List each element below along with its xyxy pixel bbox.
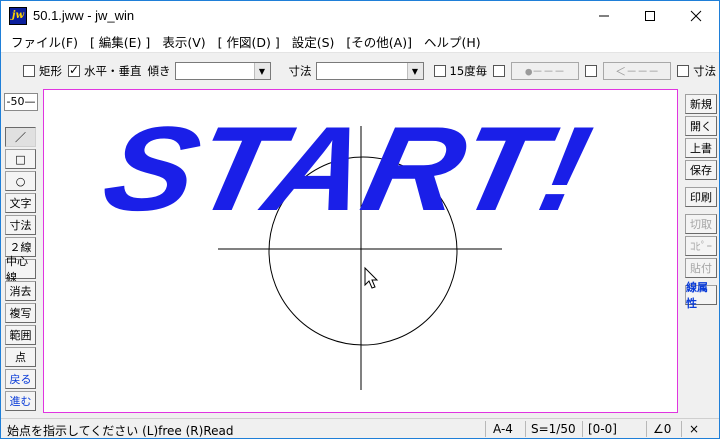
minimize-button[interactable] [581,1,627,31]
layer-indicator[interactable]: [0-0] [588,422,617,436]
rect-checkbox[interactable] [23,65,35,77]
drawing-svg[interactable]: START! [44,90,678,413]
menu-edit[interactable]: [ 編集(E) ] [84,32,156,51]
menu-settings[interactable]: 設定(S) [286,32,341,51]
dim2-checkbox[interactable] [677,65,690,77]
dim2-option[interactable]: 寸法 [677,63,716,79]
right-tool-palette: 新規 開く 上書 保存 印刷 切取 ｺﾋﾟｰ 貼付 線属性 [681,87,719,413]
mouse-cursor-icon [364,266,379,289]
print-button[interactable]: 印刷 [685,187,717,207]
close-icon [690,10,702,22]
cut-button[interactable]: 切取 [685,214,717,234]
tool-erase[interactable]: 消去 [5,281,36,301]
hv-checkbox[interactable] [68,63,80,77]
maximize-icon [645,11,655,21]
dim-combo[interactable]: ▼ [315,62,424,80]
app-window: jw 50.1.jww - jw_win ファイル(F) [ 編集(E) ] 表… [0,0,720,439]
close-button[interactable] [673,1,719,31]
app-icon[interactable]: jw [9,7,27,25]
status-divider [582,421,583,437]
maximize-button[interactable] [627,1,673,31]
deg15-option[interactable]: 15度毎 [433,63,488,79]
rect-option[interactable]: 矩形 [23,63,62,79]
line-style-option-2: ＜－－－ [585,62,672,80]
dim2-label: 寸法 [693,64,717,78]
paste-button[interactable]: 貼付 [685,258,717,278]
line-attribute-button[interactable]: 線属性 [685,281,717,310]
rect-label: 矩形 [39,64,62,78]
dim-label: 寸法 [288,64,312,78]
status-message: 始点を指示してください (L)free (R)Read [7,424,234,438]
undo-button[interactable]: 戻る [5,369,36,389]
line-style-2-button[interactable]: ＜－－－ [603,62,672,80]
tool-dimension[interactable]: 寸法 [5,215,36,235]
menu-other[interactable]: [その他(A)] [340,32,418,51]
drawing-scale[interactable]: S=1/50 [531,422,576,436]
deg15-checkbox[interactable] [433,65,446,77]
hv-label: 水平・垂直 [84,64,142,78]
tilt-combo[interactable]: ▼ [174,62,271,80]
tool-text[interactable]: 文字 [5,193,36,213]
dim-option: 寸法 ▼ [289,62,424,80]
line-style-1-button[interactable]: ●－－－ [511,62,580,80]
menu-help[interactable]: ヘルプ(H) [418,32,487,51]
copy-button[interactable]: ｺﾋﾟｰ [685,236,717,256]
window-title: 50.1.jww - jw_win [33,8,135,23]
angle-indicator[interactable]: ∠0 [653,422,671,436]
menu-draw[interactable]: [ 作図(D) ] [212,32,286,51]
tool-range[interactable]: 範囲 [5,325,36,345]
status-divider [485,421,486,437]
tool-line[interactable]: ／ [5,127,36,147]
save-button[interactable]: 保存 [685,160,717,180]
open-button[interactable]: 開く [685,116,717,136]
deg15-label: 15度毎 [449,64,488,78]
scale-selector[interactable]: -50— [4,93,38,111]
left-tool-palette: -50— ／ □ ○ 文字 寸法 ２線 中心線 消去 複写 範囲 点 戻る 進む [1,87,39,413]
paper-size[interactable]: A-4 [493,422,513,436]
title-bar[interactable]: jw 50.1.jww - jw_win [1,1,719,31]
new-button[interactable]: 新規 [685,94,717,114]
tool-rectangle[interactable]: □ [5,149,36,169]
start-banner: START! [93,101,602,235]
drawing-canvas[interactable]: START! [43,89,678,413]
tool-copy[interactable]: 複写 [5,303,36,323]
zoom-indicator[interactable]: × [689,422,699,436]
overwrite-button[interactable]: 上書 [685,138,717,158]
tool-point[interactable]: 点 [5,347,36,367]
menu-bar: ファイル(F) [ 編集(E) ] 表示(V) [ 作図(D) ] 設定(S) … [1,31,719,53]
tilt-option: 傾き ▼ [148,62,271,80]
hv-option[interactable]: 水平・垂直 [68,63,142,79]
tilt-label: 傾き [147,64,171,78]
menu-file[interactable]: ファイル(F) [5,32,84,51]
line-style-1-checkbox[interactable] [493,65,506,77]
line-style-2-checkbox[interactable] [585,65,598,77]
chevron-down-icon[interactable]: ▼ [406,63,423,79]
chevron-down-icon[interactable]: ▼ [253,63,270,79]
status-divider [525,421,526,437]
status-bar: 始点を指示してください (L)free (R)Read A-4 S=1/50 [… [1,418,719,438]
status-divider [681,421,682,437]
minimize-icon [599,15,609,17]
status-divider [646,421,647,437]
menu-view[interactable]: 表示(V) [156,32,211,51]
tool-center-line[interactable]: 中心線 [5,255,36,284]
tool-circle[interactable]: ○ [5,171,36,191]
line-toolbar: 矩形 水平・垂直 傾き ▼ 寸法 ▼ 15度毎 ●－－－ [1,58,719,84]
redo-button[interactable]: 進む [5,391,36,411]
line-style-option-1: ●－－－ [493,62,580,80]
